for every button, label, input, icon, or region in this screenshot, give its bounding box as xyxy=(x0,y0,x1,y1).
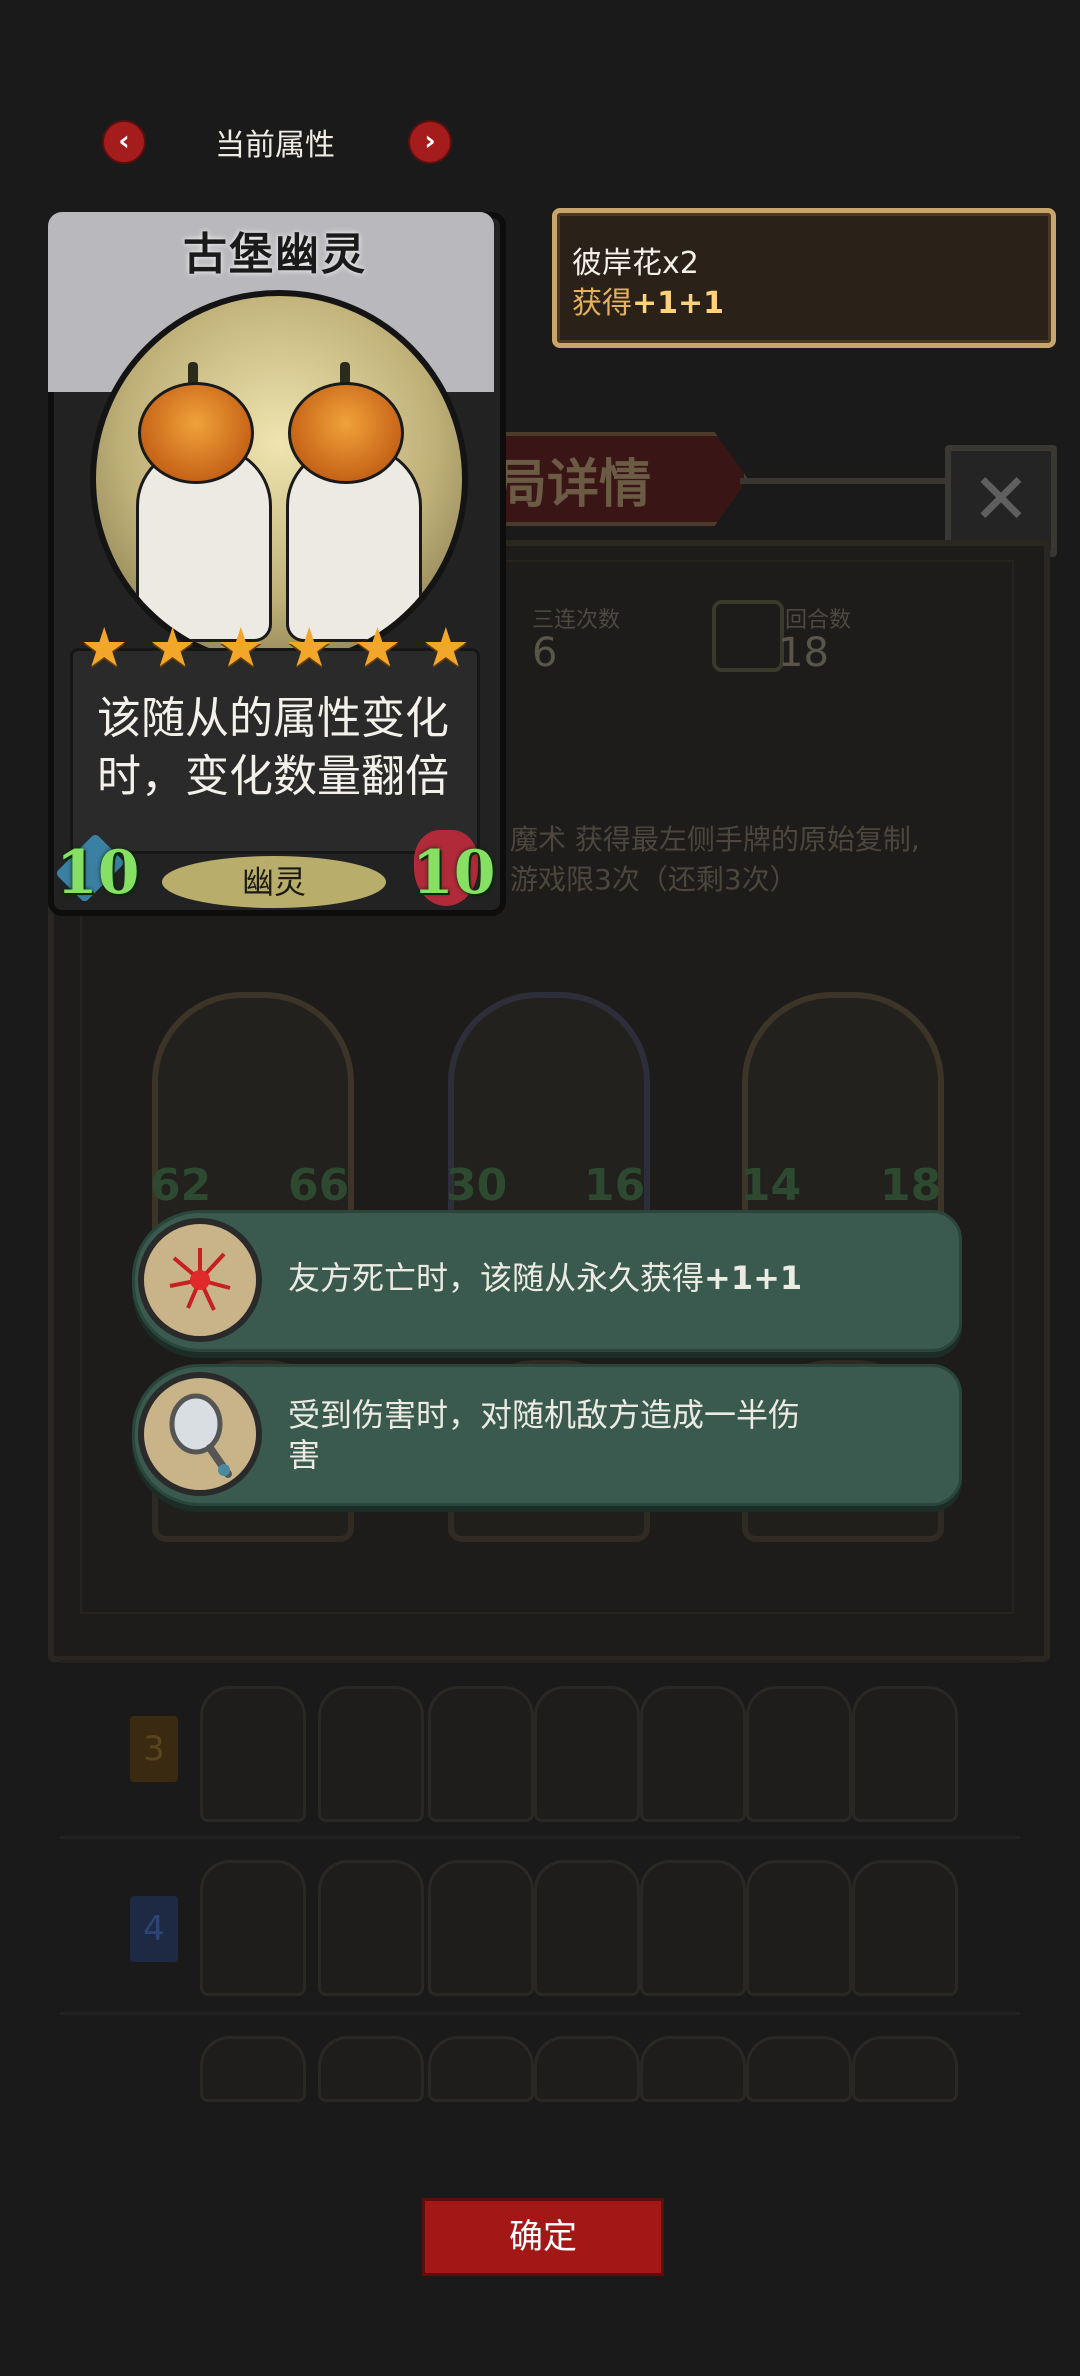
shop-card[interactable] xyxy=(534,1686,640,1822)
star-icon: ★ xyxy=(421,616,470,679)
stat-triple-value: 6 xyxy=(532,630,558,676)
shop-card[interactable] xyxy=(746,1686,852,1822)
star-icon: ★ xyxy=(80,616,129,679)
shop-card xyxy=(746,2036,852,2102)
title-divider xyxy=(740,478,945,484)
card-health: 10 xyxy=(412,838,496,908)
unit-attack: 30 xyxy=(446,1160,508,1211)
row-divider xyxy=(60,1660,1020,1663)
unit-attack: 14 xyxy=(740,1160,802,1211)
shop-card xyxy=(428,2036,534,2102)
ability-text-main: 友方死亡时，该随从永久获得 xyxy=(288,1259,705,1297)
star-icon: ★ xyxy=(284,616,334,679)
round-icon xyxy=(712,600,784,672)
tier-badge: 4 xyxy=(130,1896,178,1962)
detail-title: 局详情 xyxy=(495,455,652,515)
ability-text-bold: +1+1 xyxy=(704,1259,803,1297)
star-icon: ★ xyxy=(216,616,266,679)
shop-card[interactable] xyxy=(428,1860,534,1996)
shop-card[interactable] xyxy=(852,1686,958,1822)
card-tribe: 幽灵 xyxy=(162,856,386,908)
blurb-line-1: 魔术 获得最左侧手牌的原始复制, xyxy=(510,823,920,856)
pumpkin-head-left xyxy=(138,382,254,484)
nav-title: 当前属性 xyxy=(215,128,335,163)
unit-health: 66 xyxy=(288,1160,350,1211)
star-icon: ★ xyxy=(148,616,197,679)
unit-attack: 62 xyxy=(150,1160,212,1211)
shop-card xyxy=(640,2036,746,2102)
chevron-right-icon[interactable]: › xyxy=(408,120,452,164)
card-description: 该随从的属性变化时，变化数量翻倍 xyxy=(97,693,449,802)
red-spider-lily-icon xyxy=(138,1218,262,1342)
stat-round-value: 18 xyxy=(778,630,829,676)
row-divider xyxy=(60,1836,1020,1839)
unit-health: 16 xyxy=(584,1160,646,1211)
pumpkin-head-right xyxy=(288,382,404,484)
shop-card[interactable] xyxy=(318,1860,424,1996)
shop-card[interactable] xyxy=(746,1860,852,1996)
shop-card[interactable] xyxy=(200,1860,306,1996)
row-divider xyxy=(60,2012,1020,2015)
blurb-line-2: 游戏限3次（还剩3次） xyxy=(510,863,798,896)
unit-health: 18 xyxy=(880,1160,942,1211)
shop-card[interactable] xyxy=(640,1686,746,1822)
shop-card xyxy=(318,2036,424,2102)
shop-card[interactable] xyxy=(852,1860,958,1996)
shop-card xyxy=(534,2036,640,2102)
reward-item: 彼岸花x2 xyxy=(572,246,699,281)
background-blurb: 魔术 获得最左侧手牌的原始复制, 游戏限3次（还剩3次） xyxy=(510,820,920,900)
ability-text-main: 受到伤害时，对随机敌方造成一半伤害 xyxy=(288,1396,801,1474)
shop-card[interactable] xyxy=(318,1686,424,1822)
star-icon: ★ xyxy=(353,616,402,679)
shop-card[interactable] xyxy=(534,1860,640,1996)
ability-text: 友方死亡时，该随从永久获得+1+1 xyxy=(288,1258,908,1298)
confirm-button[interactable]: 确定 xyxy=(422,2198,664,2276)
shop-card xyxy=(200,2036,306,2102)
card-art xyxy=(90,290,468,668)
shop-card[interactable] xyxy=(428,1686,534,1822)
reward-gain-prefix: 获得 xyxy=(572,286,632,321)
card-name: 古堡幽灵 xyxy=(183,229,367,280)
shop-card[interactable] xyxy=(200,1686,306,1822)
reward-gain: 获得+1+1 xyxy=(572,278,724,322)
card-attack: 10 xyxy=(56,838,140,908)
ability-text: 受到伤害时，对随机敌方造成一半伤害 xyxy=(288,1395,818,1475)
shop-card[interactable] xyxy=(640,1860,746,1996)
tier-badge: 3 xyxy=(130,1716,178,1782)
shop-card xyxy=(852,2036,958,2102)
reward-gain-value: +1+1 xyxy=(632,286,725,321)
hand-mirror-icon xyxy=(138,1372,262,1496)
star-rating: ★ ★ ★ ★ ★ ★ xyxy=(80,618,470,678)
chevron-left-icon[interactable]: ‹ xyxy=(102,120,146,164)
